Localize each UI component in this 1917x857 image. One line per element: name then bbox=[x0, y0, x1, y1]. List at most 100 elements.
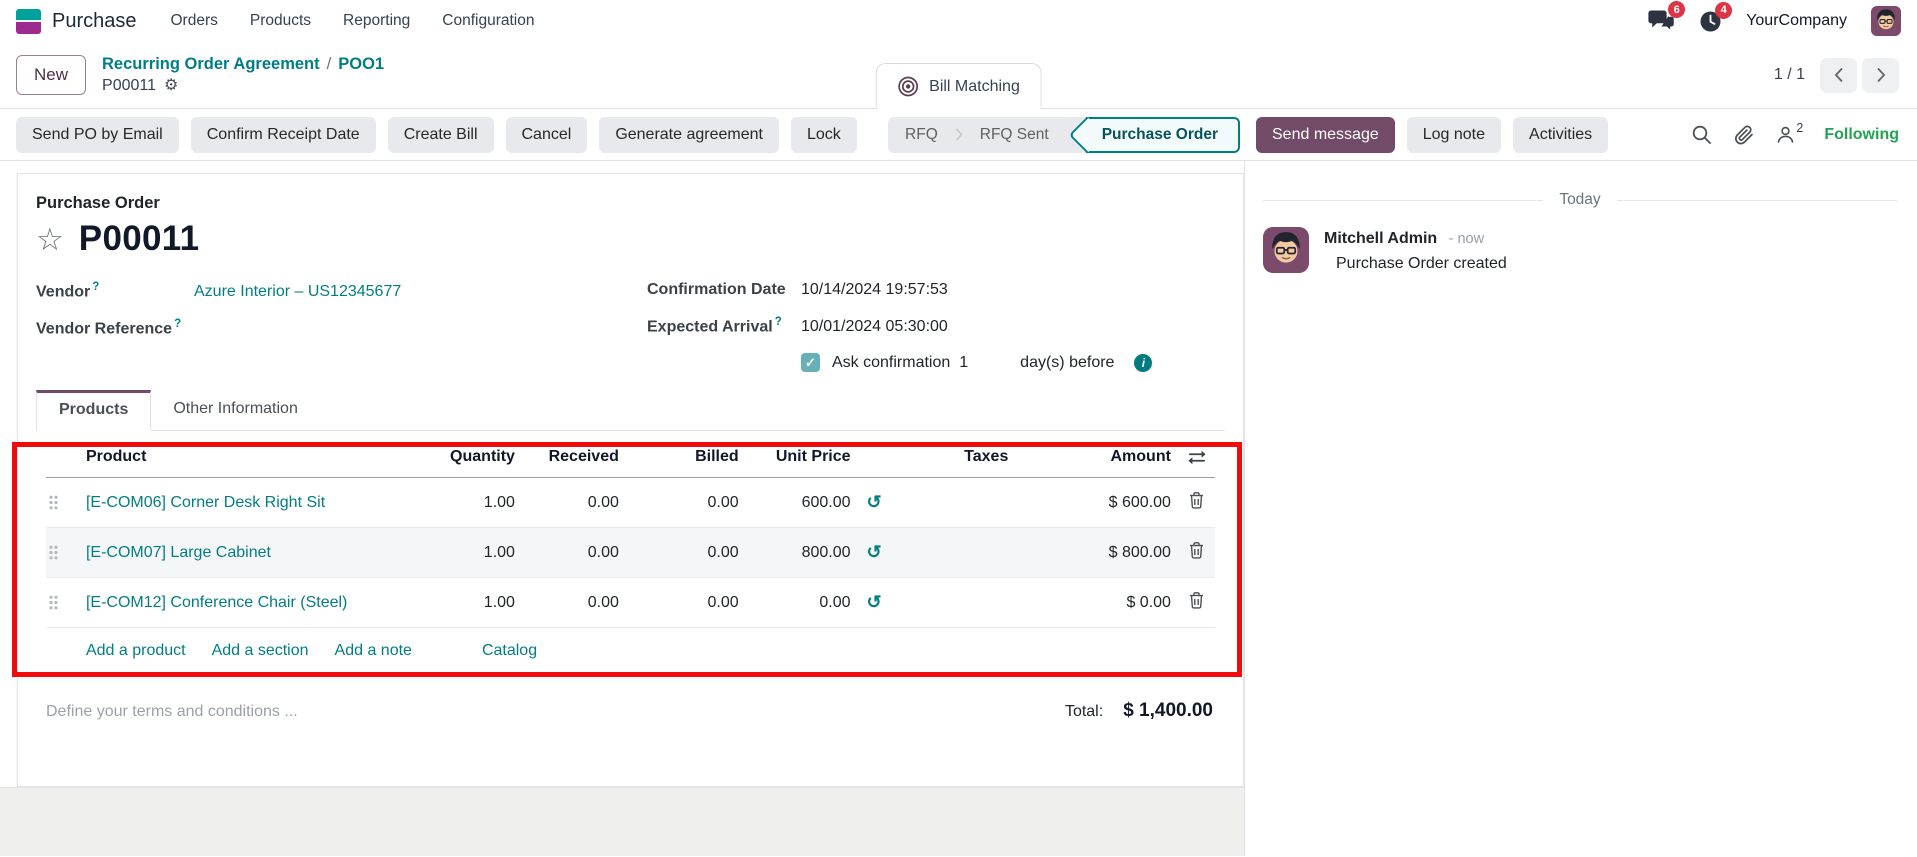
taxes-cell[interactable] bbox=[898, 478, 1074, 528]
unit-price-cell[interactable]: 600.00 bbox=[747, 478, 859, 528]
status-step-rfq-sent[interactable]: RFQ Sent bbox=[963, 117, 1066, 153]
app-name[interactable]: Purchase bbox=[52, 10, 137, 33]
order-line-row: [E-COM07] Large Cabinet 1.00 0.00 0.00 8… bbox=[46, 527, 1215, 578]
followers-icon[interactable]: 2 bbox=[1776, 121, 1803, 144]
pager-previous-button[interactable] bbox=[1820, 57, 1857, 93]
price-history-icon[interactable]: ↺ bbox=[867, 592, 882, 612]
price-history-icon[interactable]: ↺ bbox=[867, 542, 882, 562]
send-message-button[interactable]: Send message bbox=[1256, 116, 1395, 153]
help-question-mark: ? bbox=[774, 316, 782, 328]
app-switcher[interactable]: Purchase bbox=[16, 8, 137, 34]
ask-confirmation-days-field[interactable]: 1 bbox=[959, 354, 968, 372]
menu-item-orders[interactable]: Orders bbox=[171, 12, 218, 30]
bill-matching-label: Bill Matching bbox=[929, 77, 1020, 95]
breadcrumb-agreement[interactable]: POO1 bbox=[338, 55, 384, 74]
received-cell: 0.00 bbox=[522, 577, 627, 628]
menu-item-configuration[interactable]: Configuration bbox=[442, 12, 534, 30]
drag-handle-icon[interactable] bbox=[46, 478, 78, 528]
gear-icon[interactable]: ⚙ bbox=[164, 78, 178, 94]
action-buttons: Send PO by Email Confirm Receipt Date Crea… bbox=[16, 116, 857, 153]
amount-cell: $ 800.00 bbox=[1074, 527, 1179, 578]
billed-cell: 0.00 bbox=[626, 527, 747, 578]
unit-price-cell[interactable]: 0.00 bbox=[746, 577, 859, 628]
received-column-header: Received bbox=[522, 435, 627, 479]
statusbar: RFQ RFQ Sent Purchase Order bbox=[888, 116, 1240, 153]
breadcrumb-record-name: P00011 bbox=[102, 77, 156, 94]
amount-column-header: Amount bbox=[1074, 435, 1179, 479]
search-message-icon[interactable] bbox=[1691, 124, 1712, 145]
order-lines-body: [E-COM06] Corner Desk Right Sit 1.00 0.0… bbox=[46, 478, 1215, 628]
user-avatar[interactable] bbox=[1871, 6, 1901, 36]
taxes-cell[interactable] bbox=[898, 577, 1075, 628]
bill-matching-button[interactable]: Bill Matching bbox=[875, 63, 1042, 109]
menu-item-reporting[interactable]: Reporting bbox=[343, 12, 410, 30]
content-background bbox=[0, 787, 1244, 856]
top-navbar: Purchase Orders Products Reporting Configur… bbox=[0, 0, 1917, 42]
log-note-button[interactable]: Log note bbox=[1406, 116, 1502, 153]
following-button[interactable]: Following bbox=[1824, 126, 1899, 144]
optional-columns-icon[interactable] bbox=[1188, 450, 1206, 465]
menu-item-products[interactable]: Products bbox=[250, 12, 311, 30]
quantity-cell[interactable]: 1.00 bbox=[430, 577, 523, 628]
product-link[interactable]: [E-COM06] Corner Desk Right Sit bbox=[86, 494, 325, 511]
message-author: Mitchell Admin bbox=[1324, 230, 1438, 247]
generate-agreement-button[interactable]: Generate agreement bbox=[599, 116, 779, 153]
unit-price-cell[interactable]: 800.00 bbox=[746, 527, 859, 578]
order-line-row: [E-COM06] Corner Desk Right Sit 1.00 0.0… bbox=[46, 478, 1215, 528]
favorite-star-icon[interactable]: ☆ bbox=[36, 224, 64, 255]
delete-line-icon[interactable] bbox=[1188, 591, 1205, 609]
cancel-button[interactable]: Cancel bbox=[505, 116, 588, 153]
product-column-header: Product bbox=[77, 435, 431, 479]
order-lines-table: Product Quantity Received Billed Unit Pr… bbox=[46, 435, 1215, 675]
add-a-product-link[interactable]: Add a product bbox=[86, 642, 186, 660]
quantity-cell[interactable]: 1.00 bbox=[431, 478, 523, 528]
message-time: - now bbox=[1448, 231, 1485, 247]
product-link[interactable]: [E-COM12] Conference Chair (Steel) bbox=[86, 594, 347, 611]
activities-menu[interactable]: 4 bbox=[1699, 1, 1733, 33]
unit-price-column-header: Unit Price bbox=[746, 435, 859, 479]
product-link[interactable]: [E-COM07] Large Cabinet bbox=[86, 544, 271, 561]
create-bill-button[interactable]: Create Bill bbox=[387, 116, 494, 153]
messages-menu[interactable]: 6 bbox=[1648, 1, 1686, 33]
catalog-link[interactable]: Catalog bbox=[482, 642, 537, 660]
pager-next-button[interactable] bbox=[1862, 57, 1899, 93]
status-step-rfq[interactable]: RFQ bbox=[888, 117, 955, 153]
drag-handle-icon[interactable] bbox=[46, 527, 78, 578]
amount-cell: $ 600.00 bbox=[1108, 493, 1171, 511]
bullseye-icon bbox=[897, 76, 918, 97]
delete-line-icon[interactable] bbox=[1188, 541, 1205, 559]
lock-button[interactable]: Lock bbox=[790, 116, 857, 153]
company-menu[interactable]: YourCompany bbox=[1746, 12, 1847, 30]
send-po-by-email-button[interactable]: Send PO by Email bbox=[16, 116, 179, 153]
billed-column-header: Billed bbox=[626, 435, 747, 479]
chevron-right-icon bbox=[955, 128, 963, 141]
amount-cell: $ 0.00 bbox=[1074, 577, 1179, 628]
status-action-bar: Send PO by Email Confirm Receipt Date Crea… bbox=[0, 108, 1917, 161]
breadcrumb-recurring-order-agreement[interactable]: Recurring Order Agreement bbox=[102, 55, 320, 74]
confirm-receipt-date-button[interactable]: Confirm Receipt Date bbox=[190, 116, 376, 153]
drag-handle-icon[interactable] bbox=[46, 577, 78, 628]
tab-other-information[interactable]: Other Information bbox=[151, 390, 320, 430]
pager: 1 / 1 bbox=[1774, 57, 1899, 93]
taxes-cell[interactable] bbox=[898, 527, 1075, 578]
order-total: Total: $ 1,400.00 bbox=[1065, 700, 1215, 722]
delete-line-icon[interactable] bbox=[1188, 491, 1205, 509]
confirmation-date-value[interactable]: 10/14/2024 19:57:53 bbox=[801, 281, 948, 299]
attachment-paperclip-icon[interactable] bbox=[1733, 124, 1755, 146]
expected-arrival-label: Expected Arrival? bbox=[647, 316, 782, 336]
tab-products[interactable]: Products bbox=[36, 390, 152, 432]
terms-and-conditions-field[interactable]: Define your terms and conditions ... bbox=[46, 703, 298, 721]
activities-button[interactable]: Activities bbox=[1513, 116, 1609, 153]
expected-arrival-value[interactable]: 10/01/2024 05:30:00 bbox=[801, 318, 948, 336]
ask-confirmation-checkbox[interactable]: ✓ bbox=[801, 353, 820, 373]
add-a-section-link[interactable]: Add a section bbox=[212, 642, 309, 660]
form-area: Purchase Order ☆ P00011 Vendor? Azure In… bbox=[0, 161, 1244, 856]
quantity-cell[interactable]: 1.00 bbox=[430, 527, 523, 578]
status-step-purchase-order[interactable]: Purchase Order bbox=[1085, 116, 1240, 153]
vendor-value-link[interactable]: Azure Interior – US12345677 bbox=[194, 283, 401, 301]
new-button[interactable]: New bbox=[16, 55, 87, 95]
price-history-icon[interactable]: ↺ bbox=[867, 492, 882, 512]
chatter-message: Mitchell Admin - now Purchase Order crea… bbox=[1263, 227, 1897, 273]
add-a-note-link[interactable]: Add a note bbox=[335, 642, 412, 660]
received-cell: 0.00 bbox=[522, 527, 627, 578]
